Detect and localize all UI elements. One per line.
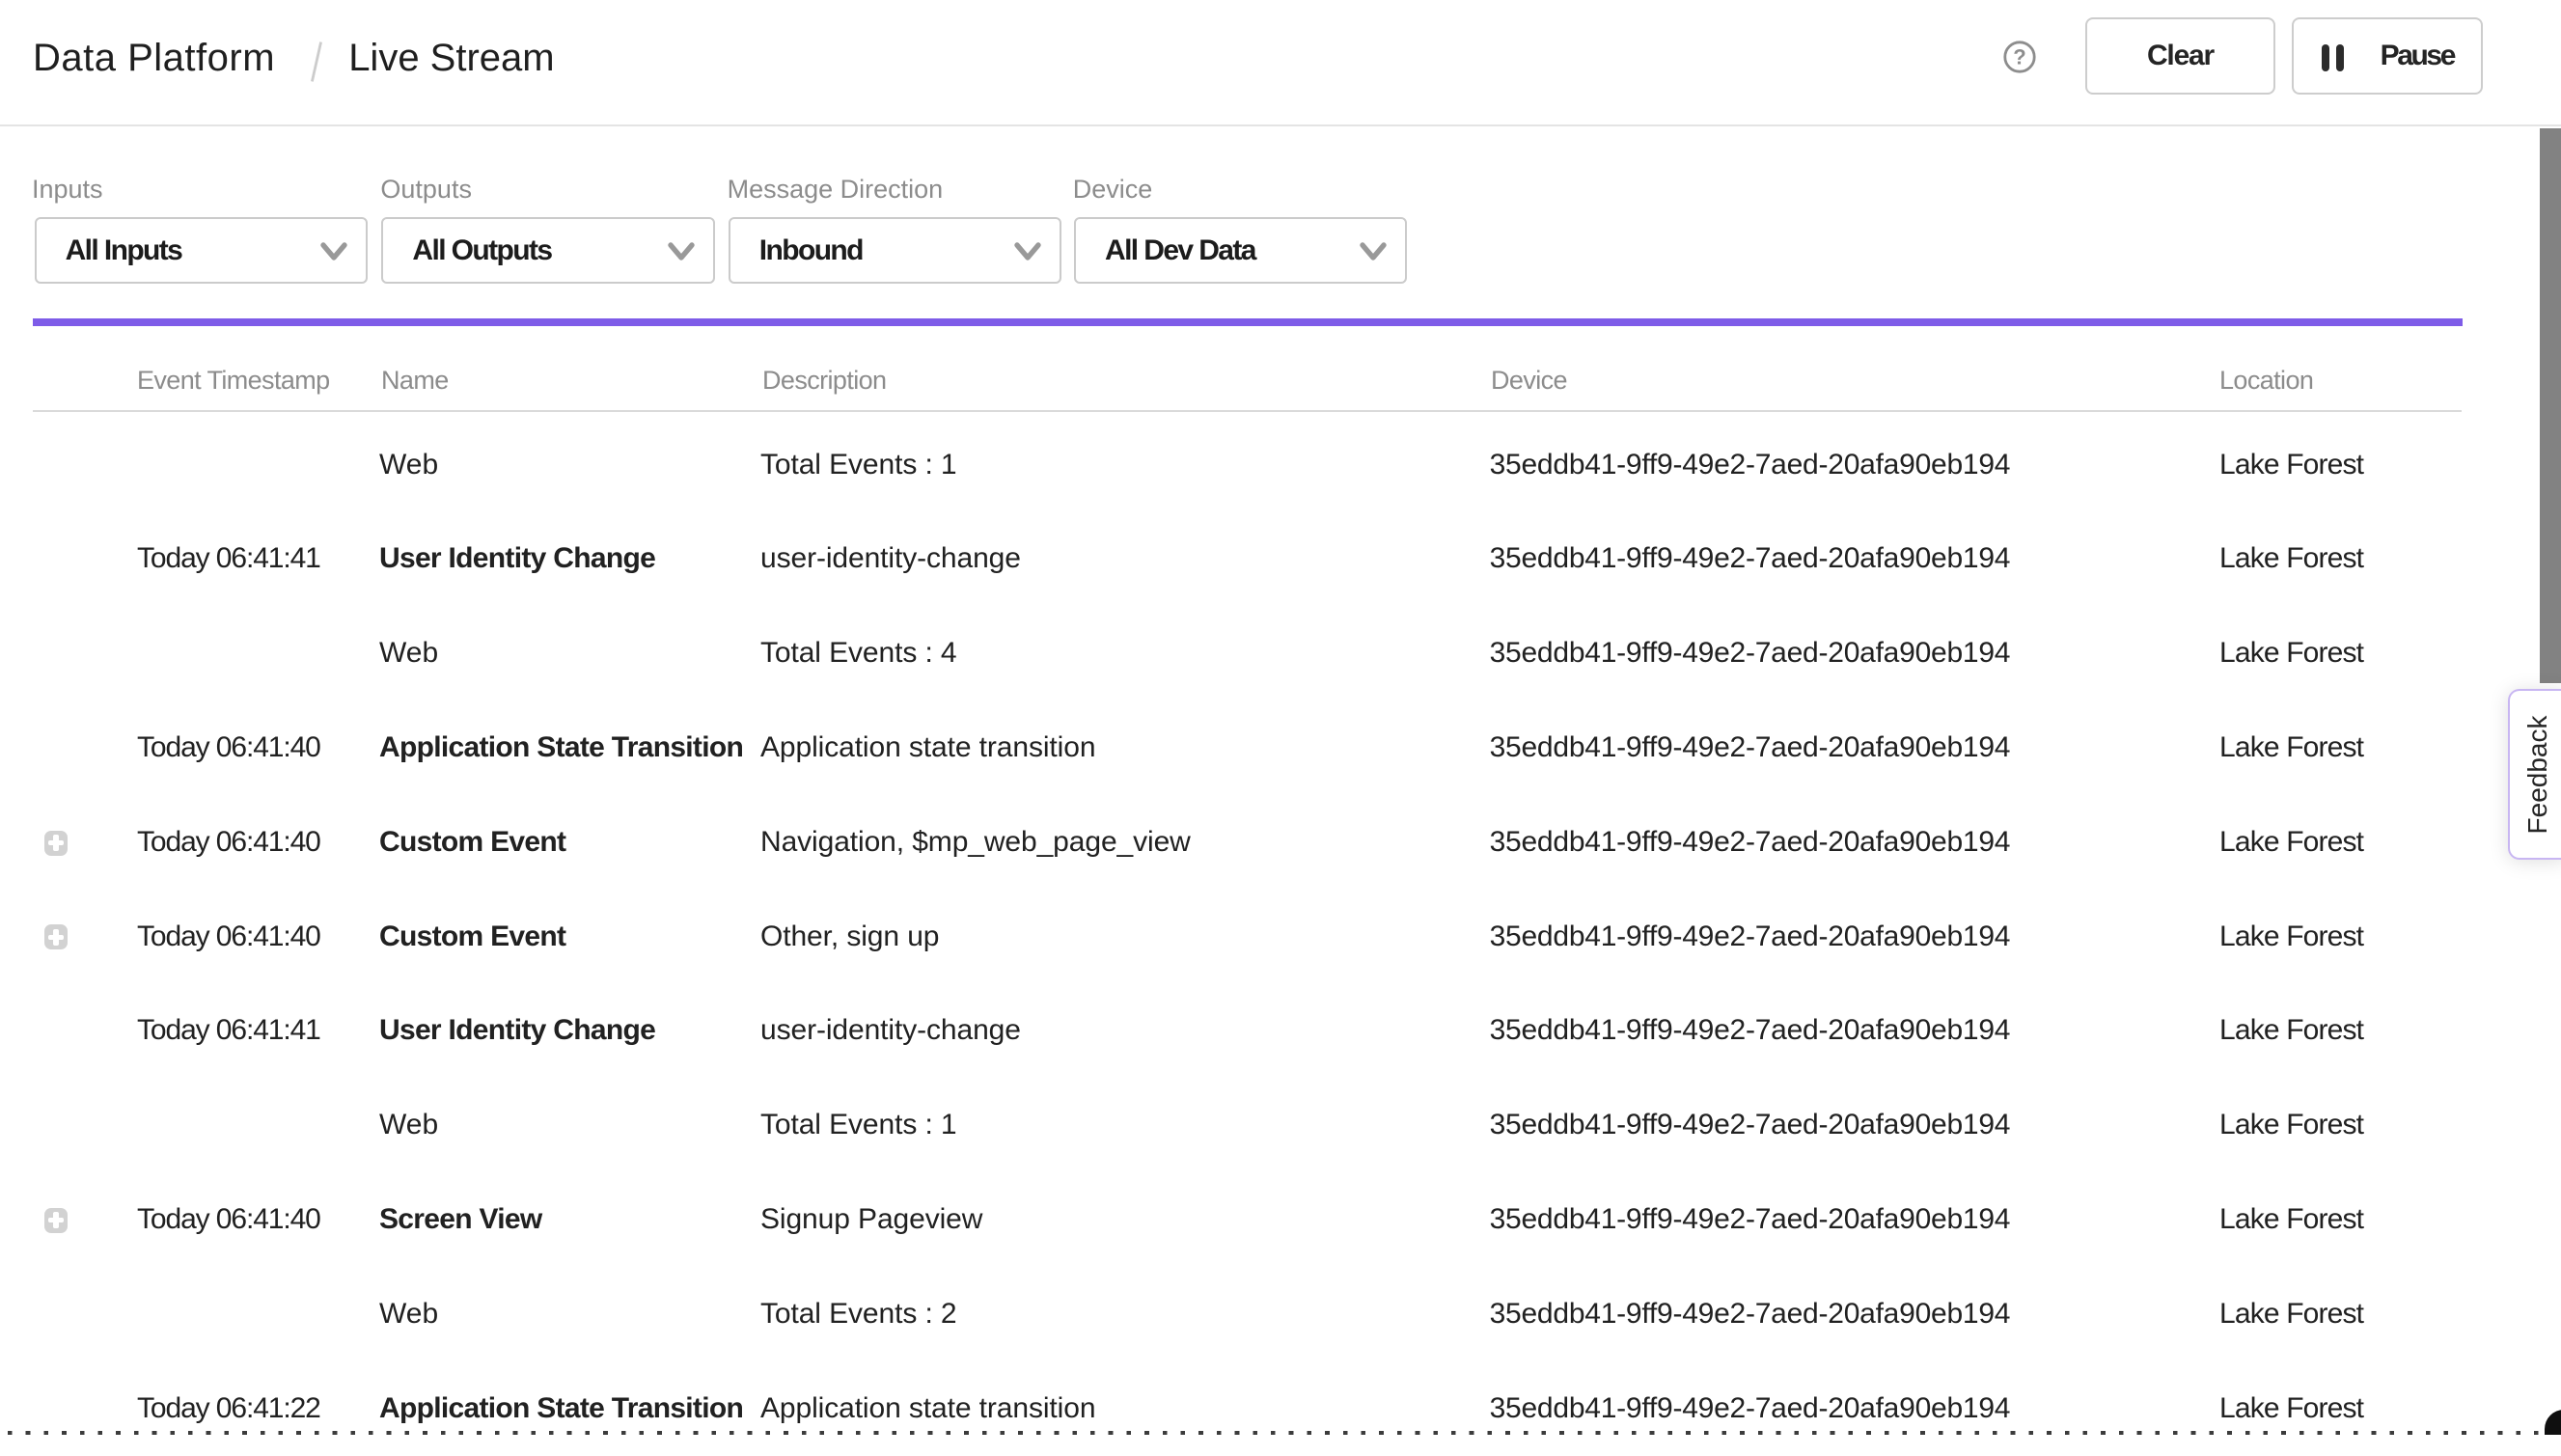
svg-text:?: ? — [2013, 44, 2025, 69]
